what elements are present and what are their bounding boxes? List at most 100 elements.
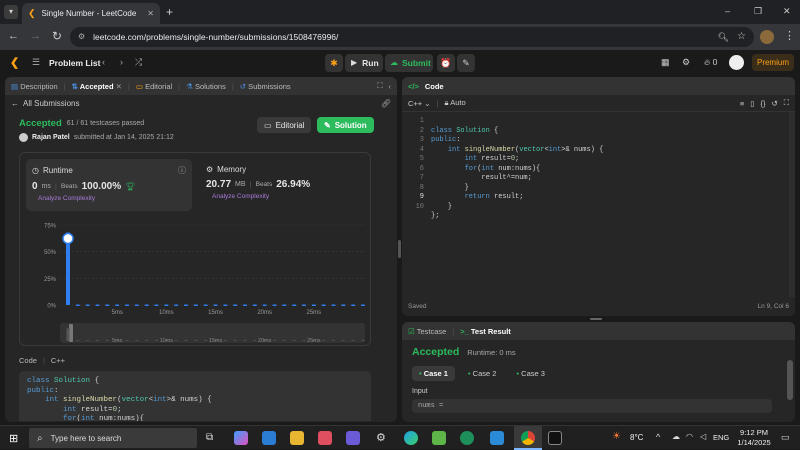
language-select[interactable]: C++ ⌄ — [408, 99, 431, 108]
close-window-button[interactable]: ✕ — [783, 6, 791, 17]
case-1-tab[interactable]: • Case 1 — [412, 366, 455, 381]
clock[interactable]: 9:12 PM 1/14/2025 — [734, 428, 774, 448]
next-problem-icon[interactable]: › — [120, 57, 123, 67]
info-icon[interactable]: ⓘ — [178, 165, 186, 176]
vertical-splitter-handle[interactable] — [398, 240, 401, 258]
submit-button[interactable]: ☁ Submit — [385, 54, 433, 72]
result-scrollbar[interactable] — [787, 360, 793, 400]
zoom-icon[interactable]: 🔍︎ — [718, 32, 729, 42]
editorial-button[interactable]: ▭ Editorial — [257, 117, 312, 133]
case-3-tab[interactable]: • Case 3 — [509, 366, 552, 381]
mail-icon[interactable] — [262, 431, 276, 445]
minimize-button[interactable]: – — [725, 6, 730, 16]
bookmark-star-icon[interactable]: ☆ — [737, 32, 746, 42]
solution-button[interactable]: ✎ Solution — [317, 117, 374, 133]
bookmark-icon[interactable]: ▯ — [750, 99, 754, 108]
store-icon[interactable] — [318, 431, 332, 445]
timer-icon[interactable]: ⏰ — [437, 54, 455, 72]
user-name[interactable]: Rajan Patel — [32, 134, 70, 141]
copilot-icon[interactable] — [234, 431, 248, 445]
minecraft-icon[interactable] — [432, 431, 446, 445]
run-button[interactable]: ▶ Run — [345, 54, 383, 72]
notes-icon[interactable]: ✎ — [457, 54, 475, 72]
all-submissions-link[interactable]: ← All Submissions 🔗︎ — [5, 95, 397, 111]
expand-icon[interactable]: ⛶ — [377, 81, 382, 91]
windows-start-icon[interactable]: ⊞ — [9, 432, 18, 445]
horizontal-splitter-handle[interactable] — [590, 318, 602, 320]
tab-submissions[interactable]: ↺ Submissions — [240, 82, 291, 91]
fullscreen-icon[interactable]: ⛶ — [784, 98, 789, 108]
memory-card[interactable]: ⚙ Memory 20.77 MB | Beats 26.94% Analyze … — [200, 159, 366, 211]
prev-problem-icon[interactable]: ‹ — [102, 57, 105, 67]
language-indicator[interactable]: ENG — [713, 433, 729, 442]
tab-editorial[interactable]: ▭ Editorial — [136, 82, 172, 91]
app-icon[interactable] — [460, 431, 474, 445]
close-tab-icon[interactable]: ✕ — [147, 9, 154, 18]
x-tick-label: 5ms — [111, 310, 122, 316]
vscode-icon[interactable] — [490, 431, 504, 445]
user-avatar[interactable] — [729, 55, 744, 70]
media-icon[interactable] — [346, 431, 360, 445]
new-tab-button[interactable]: + — [166, 5, 173, 19]
address-bar[interactable]: ⚙ leetcode.com/problems/single-number/su… — [70, 27, 754, 47]
weather-icon[interactable]: ☀ — [612, 431, 621, 442]
network-icon[interactable]: ☁ — [672, 432, 680, 441]
profile-avatar[interactable] — [760, 30, 774, 44]
runtime-analyze-link[interactable]: Analyze Complexity — [32, 195, 186, 202]
back-icon[interactable]: ← — [8, 30, 19, 42]
problem-list-link[interactable]: Problem List — [49, 58, 100, 68]
notification-icon[interactable]: ▭ — [781, 432, 790, 443]
user-avatar[interactable] — [19, 133, 28, 142]
shuffle-icon[interactable]: ⤮ — [135, 57, 142, 68]
browser-menu-icon[interactable]: ⋮ — [784, 29, 795, 42]
tab-search-icon[interactable]: ▾ — [4, 5, 18, 19]
memory-analyze-link[interactable]: Analyze Complexity — [206, 193, 360, 200]
tab-solutions[interactable]: ⚗ Solutions — [186, 82, 226, 91]
temperature[interactable]: 8°C — [630, 433, 643, 442]
task-view-icon[interactable]: ⧉ — [206, 432, 213, 443]
case-2-tab[interactable]: • Case 2 — [461, 366, 504, 381]
settings-gear-icon[interactable]: ⚙ — [682, 57, 690, 68]
wifi-icon[interactable]: ◠ — [686, 432, 693, 441]
forward-icon[interactable]: → — [30, 30, 41, 42]
editor-toolbar: C++ ⌄ | 🔒︎ Auto ≡ ▯ {} ↺ ⛶ — [402, 95, 795, 112]
maximize-button[interactable]: ❐ — [754, 6, 762, 17]
code-editor[interactable]: 1 2 3 4 5 6 7 8 9 10 class Solution {pub… — [402, 112, 795, 297]
format-icon[interactable]: ≡ — [740, 99, 744, 108]
volume-icon[interactable]: ◁ — [700, 432, 706, 441]
taskbar-search[interactable]: ⌕ Type here to search — [29, 428, 197, 448]
tab-description[interactable]: ▤ Description — [11, 82, 58, 91]
mini-bar — [332, 340, 335, 341]
reload-icon[interactable]: ↻ — [52, 29, 62, 43]
list-icon[interactable]: ☰ — [32, 57, 40, 68]
site-info-icon[interactable]: ⚙ — [78, 33, 85, 41]
premium-button[interactable]: Premium — [752, 54, 794, 71]
chrome-taskbar-button[interactable] — [514, 426, 542, 450]
reset-icon[interactable]: ↺ — [771, 99, 777, 108]
debug-icon[interactable]: ✱ — [325, 54, 343, 72]
runtime-distribution-chart[interactable]: 75% 50% 25% 0% 5ms 10ms 15ms 20ms 25ms 5ms 10ms 15m… — [20, 215, 372, 345]
browser-tab[interactable]: ❮ Single Number - LeetCode ✕ — [22, 3, 160, 24]
settings-icon[interactable]: ⚙ — [376, 431, 386, 444]
runtime-bar — [361, 304, 365, 306]
tray-chevron-icon[interactable]: ^ — [656, 432, 660, 442]
x-tick-label: 20ms — [257, 310, 272, 316]
tab-accepted[interactable]: ⇅ Accepted ✕ — [72, 82, 122, 91]
runtime-card[interactable]: ◷ Runtime ⓘ 0 ms | Beats 100.00% 🏆︎ Analyz… — [26, 159, 192, 211]
mini-bar — [361, 340, 365, 341]
auto-mode[interactable]: 🔒︎ Auto — [445, 98, 466, 108]
leetcode-logo-icon[interactable]: ❮ — [10, 56, 19, 69]
braces-icon[interactable]: {} — [760, 99, 765, 108]
tab-testcase[interactable]: ☑ Testcase — [408, 327, 446, 336]
edge-icon[interactable] — [404, 431, 418, 445]
runtime-bar — [144, 304, 149, 306]
streak-counter[interactable]: 🔥︎ 0 — [704, 57, 717, 68]
share-link-icon[interactable]: 🔗︎ — [381, 99, 391, 108]
tab-test-result[interactable]: >_ Test Result — [460, 327, 511, 336]
editor-scrollbar[interactable] — [789, 112, 795, 297]
file-explorer-icon[interactable] — [290, 431, 304, 445]
layout-icon[interactable]: ▦ — [661, 57, 670, 68]
terminal-app-icon[interactable] — [548, 431, 562, 445]
collapse-icon[interactable]: ‹ — [389, 82, 392, 91]
close-tab-icon[interactable]: ✕ — [116, 82, 122, 91]
